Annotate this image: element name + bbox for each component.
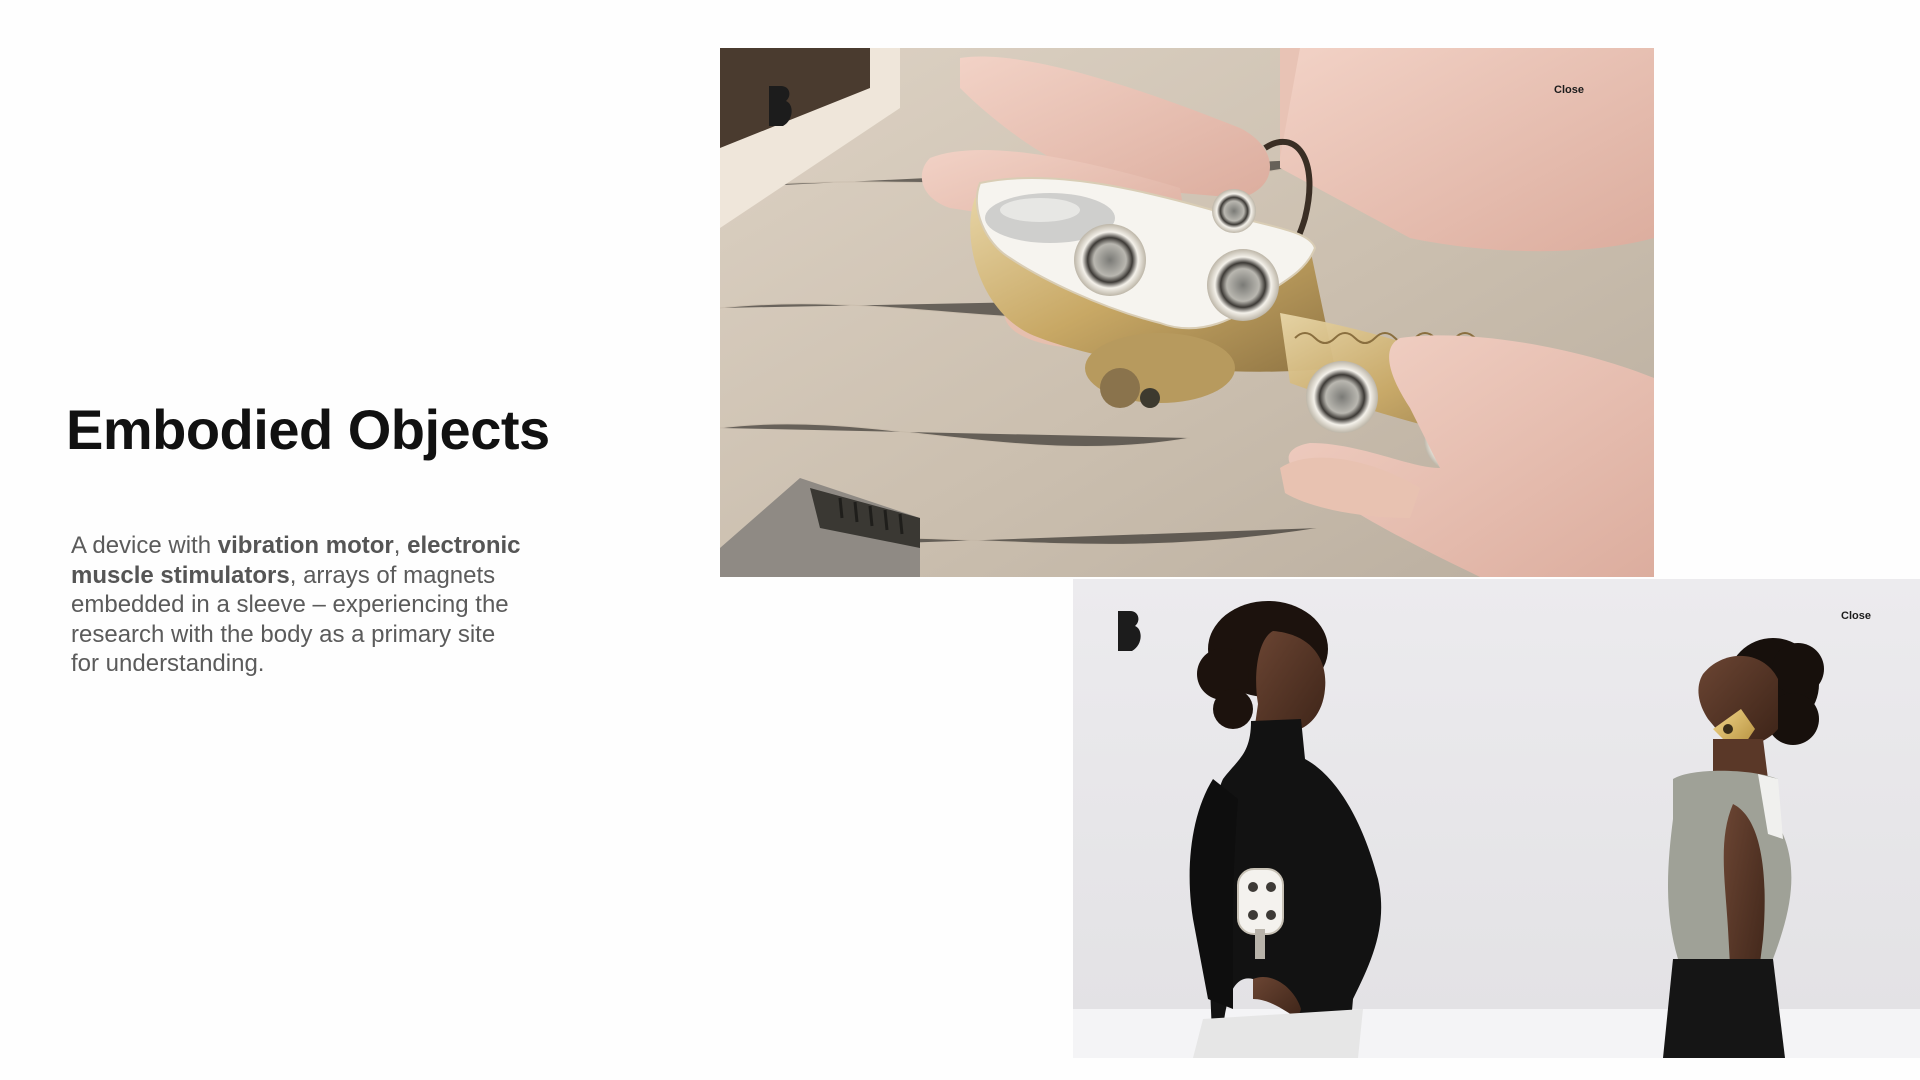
- project-description: A device with vibration motor, electroni…: [71, 531, 521, 679]
- brand-b-logo-icon: [769, 86, 792, 126]
- close-button[interactable]: Close: [1837, 608, 1875, 624]
- close-button[interactable]: Close: [1550, 82, 1588, 98]
- device-video-still: [720, 48, 1654, 577]
- brand-b-logo-icon: [1118, 611, 1141, 651]
- description-text-2: ,: [393, 532, 408, 559]
- wearables-video-still: [1073, 579, 1920, 1058]
- page-title: Embodied Objects: [66, 398, 550, 461]
- device-video-frame[interactable]: Close: [720, 48, 1654, 577]
- description-bold-vibration-motor: vibration motor: [217, 532, 394, 559]
- description-text-1: A device with: [71, 532, 218, 559]
- page: Embodied Objects A device with vibration…: [0, 0, 1920, 1080]
- wearables-video-frame[interactable]: Close: [1073, 579, 1920, 1058]
